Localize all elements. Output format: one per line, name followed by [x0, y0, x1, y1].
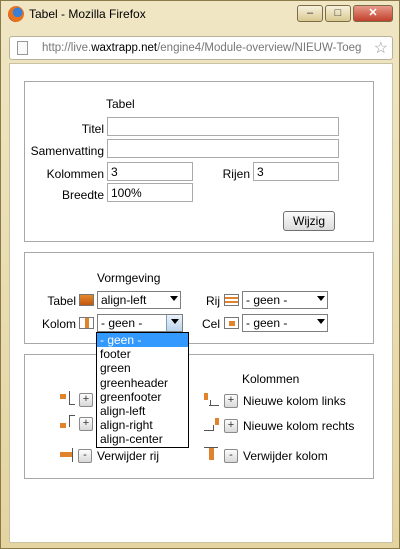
dropdown-option[interactable]: align-right [97, 418, 188, 432]
vormgeving-section-title: Vormgeving [97, 271, 161, 285]
page-content: Tabel Titel Samenvatting Kolommen Rijen … [9, 63, 393, 543]
nieuwe-kolom-links-label: Nieuwe kolom links [243, 394, 346, 408]
url-host: waxtrapp.net [91, 42, 158, 54]
add-column-right-button[interactable]: + [224, 419, 238, 433]
url-prefix: http://live. [42, 42, 92, 54]
delete-column-button[interactable]: - [224, 449, 238, 463]
verwijder-kolom-label: Verwijder kolom [243, 449, 328, 463]
firefox-icon [8, 6, 24, 22]
samenvatting-input[interactable] [107, 139, 339, 158]
dropdown-option[interactable]: - geen - [97, 333, 188, 348]
delete-row-icon [60, 448, 76, 462]
dropdown-option[interactable]: green [97, 361, 188, 375]
verwijder-rij-label: Verwijder rij [97, 449, 160, 463]
cel-style-value: - geen - [246, 316, 288, 330]
url-text[interactable]: http://live.waxtrapp.net/engine4/Module-… [42, 42, 362, 54]
chevron-down-icon [170, 296, 178, 301]
column-style-icon [79, 317, 94, 329]
titlebar[interactable]: Tabel - Mozilla Firefox – □ ✕ [5, 3, 395, 25]
chevron-down-icon [317, 319, 325, 324]
window-title: Tabel - Mozilla Firefox [29, 7, 146, 21]
cel-style-select[interactable]: - geen - [242, 314, 328, 332]
tabel-section-title: Tabel [106, 97, 135, 111]
kolommen-label: Kolommen [46, 167, 104, 181]
tabel-style-select[interactable]: align-left [97, 291, 181, 309]
tabel-style-value: align-left [101, 293, 147, 307]
cel-style-label: Cel [201, 317, 220, 331]
minimize-button[interactable]: – [297, 5, 323, 22]
kolom-style-select[interactable]: - geen - [97, 314, 183, 332]
dropdown-button[interactable] [166, 315, 182, 331]
rij-style-select[interactable]: - geen - [242, 291, 328, 309]
wijzig-button[interactable]: Wijzig [283, 211, 335, 231]
url-bar[interactable]: http://live.waxtrapp.net/engine4/Module-… [9, 36, 393, 60]
insert-row-below-icon [60, 415, 76, 429]
titel-input[interactable] [107, 117, 339, 136]
url-path: /engine4/Module-overview/NIEUW-Toegev [157, 42, 362, 54]
kolom-style-label: Kolom [41, 317, 76, 331]
row-style-icon [224, 294, 239, 306]
add-column-left-button[interactable]: + [224, 394, 238, 408]
dropdown-option[interactable]: footer [97, 347, 188, 361]
chevron-down-icon [317, 296, 325, 301]
kolommen-input[interactable] [107, 162, 193, 181]
insert-column-left-icon [204, 393, 220, 407]
breedte-input[interactable] [107, 183, 193, 202]
insert-row-above-icon [60, 391, 76, 405]
delete-column-icon [204, 447, 220, 461]
bookmark-star-icon[interactable]: ☆ [374, 38, 388, 58]
titel-label: Titel [81, 122, 104, 136]
cell-style-icon [224, 317, 239, 329]
rijen-label: Rijen [222, 167, 250, 181]
delete-row-button[interactable]: - [78, 449, 92, 463]
add-row-above-button[interactable]: + [79, 393, 93, 407]
rijen-input[interactable] [253, 162, 339, 181]
add-row-below-button[interactable]: + [79, 417, 93, 431]
dropdown-option[interactable]: align-left [97, 404, 188, 418]
dropdown-option[interactable]: align-center [97, 432, 188, 446]
kolommen-section-title: Kolommen [242, 372, 300, 386]
dropdown-option[interactable]: greenfooter [97, 390, 188, 404]
close-button[interactable]: ✕ [353, 5, 393, 22]
dropdown-option[interactable]: greenheader [97, 376, 188, 390]
chevron-down-icon [171, 319, 179, 324]
table-style-icon [79, 294, 94, 306]
breedte-label: Breedte [61, 188, 104, 202]
page-icon [17, 41, 28, 55]
browser-window: Tabel - Mozilla Firefox – □ ✕ http://liv… [0, 0, 400, 549]
nieuwe-kolom-rechts-label: Nieuwe kolom rechts [243, 419, 355, 433]
window-controls: – □ ✕ [297, 5, 393, 22]
kolom-style-dropdown[interactable]: - geen - footer green greenheader greenf… [96, 332, 189, 448]
insert-column-right-icon [204, 418, 220, 432]
tabel-style-label: Tabel [47, 294, 76, 308]
samenvatting-label: Samenvatting [30, 144, 104, 158]
maximize-button[interactable]: □ [325, 5, 351, 22]
rij-style-value: - geen - [246, 293, 288, 307]
kolom-style-value: - geen - [101, 316, 143, 330]
rij-style-label: Rij [206, 294, 220, 308]
